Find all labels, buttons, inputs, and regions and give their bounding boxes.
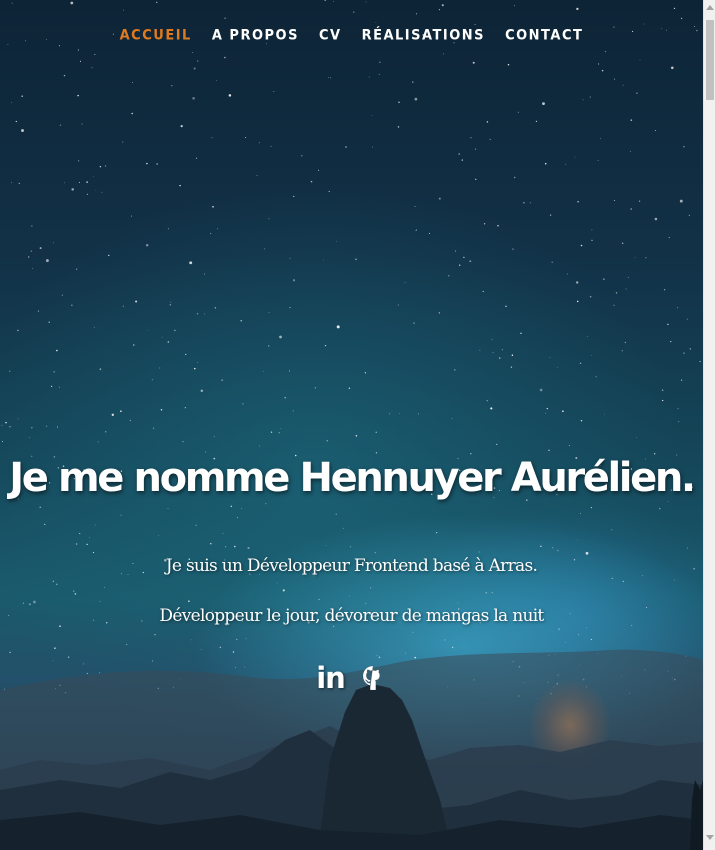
page: ACCUEIL A PROPOS CV RÉALISATIONS CONTACT…	[0, 0, 715, 850]
scroll-up-icon[interactable]	[706, 5, 714, 10]
social-links: in	[0, 660, 703, 696]
scrollbar[interactable]	[703, 0, 715, 850]
linkedin-icon: in	[316, 661, 346, 695]
linkedin-link[interactable]: in	[316, 660, 346, 696]
mountain-silhouette	[0, 649, 703, 850]
github-link[interactable]	[360, 660, 386, 696]
github-icon	[362, 665, 380, 691]
nav-item-accueil[interactable]: ACCUEIL	[119, 25, 193, 46]
nav-item-a-propos[interactable]: A PROPOS	[211, 25, 300, 46]
nav-item-cv[interactable]: CV	[318, 25, 343, 46]
nav-item-contact[interactable]: CONTACT	[504, 25, 584, 46]
hero-background	[0, 0, 703, 850]
main-nav: ACCUEIL A PROPOS CV RÉALISATIONS CONTACT	[0, 26, 703, 45]
hero-subtitle: Je suis un Développeur Frontend basé à A…	[159, 556, 544, 626]
scroll-down-icon[interactable]	[706, 835, 714, 840]
nav-item-realisations[interactable]: RÉALISATIONS	[361, 25, 487, 46]
scroll-thumb[interactable]	[706, 20, 714, 100]
hero-title: Je me nomme Hennuyer Aurélien.	[9, 454, 696, 501]
